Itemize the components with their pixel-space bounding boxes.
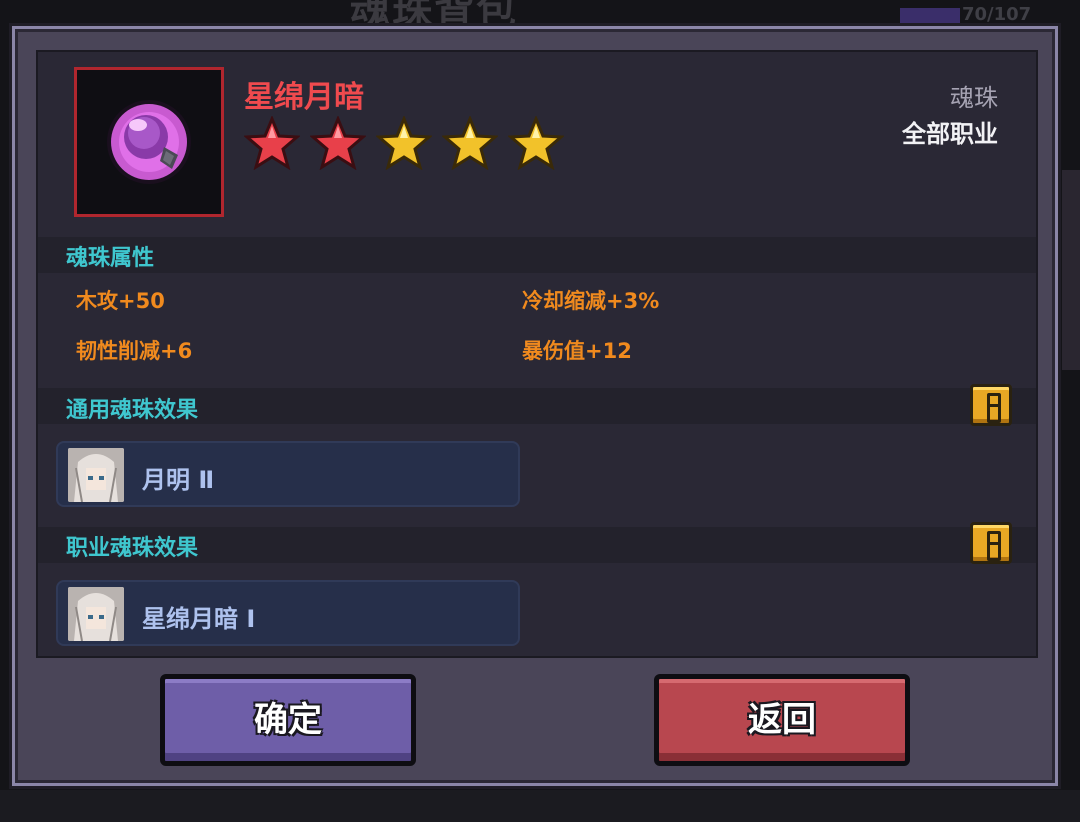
general-effect-card[interactable]: 月明 Ⅱ <box>56 441 520 507</box>
character-avatar <box>68 587 124 641</box>
character-avatar-icon <box>68 587 124 641</box>
attributes-title: 魂珠属性 <box>66 246 155 271</box>
star-icon-red <box>310 116 366 170</box>
general-effects-info-button[interactable] <box>970 384 1012 426</box>
star-rating <box>244 116 564 170</box>
star-icon-red <box>244 116 300 170</box>
class-effects-title: 职业魂珠效果 <box>66 536 199 561</box>
background-side-decor <box>1062 170 1080 370</box>
character-avatar <box>68 448 124 502</box>
class-effect-card[interactable]: 星绵月暗 Ⅰ <box>56 580 520 646</box>
class-effect-label: 星绵月暗 Ⅰ <box>142 605 256 633</box>
background-capacity-count: 70/107 <box>962 4 1032 25</box>
attribute-item: 暴伤值+12 <box>522 339 632 363</box>
background-capacity-bar <box>900 8 960 24</box>
item-icon-frame <box>74 67 224 217</box>
item-type: 魂珠 <box>950 84 998 112</box>
attribute-item: 韧性削减+6 <box>76 339 193 363</box>
back-button[interactable]: 返回 <box>654 674 910 766</box>
star-icon-gold <box>508 116 564 170</box>
general-effects-title: 通用魂珠效果 <box>66 398 199 423</box>
star-icon-gold <box>376 116 432 170</box>
attribute-item: 木攻+50 <box>76 289 165 313</box>
background-bottom-bar <box>0 790 1080 822</box>
class-effects-info-button[interactable] <box>970 522 1012 564</box>
attributes-header-bar <box>38 237 1036 273</box>
confirm-button[interactable]: 确定 <box>160 674 416 766</box>
item-name: 星绵月暗 <box>244 80 364 115</box>
info-icon <box>987 531 1001 561</box>
info-icon <box>987 393 1001 423</box>
general-effect-label: 月明 Ⅱ <box>142 466 215 494</box>
item-class-restriction: 全部职业 <box>902 120 998 148</box>
soul-orb-icon <box>107 100 191 184</box>
attribute-item: 冷却缩减+3% <box>522 289 660 313</box>
star-icon-gold <box>442 116 498 170</box>
character-avatar-icon <box>68 448 124 502</box>
